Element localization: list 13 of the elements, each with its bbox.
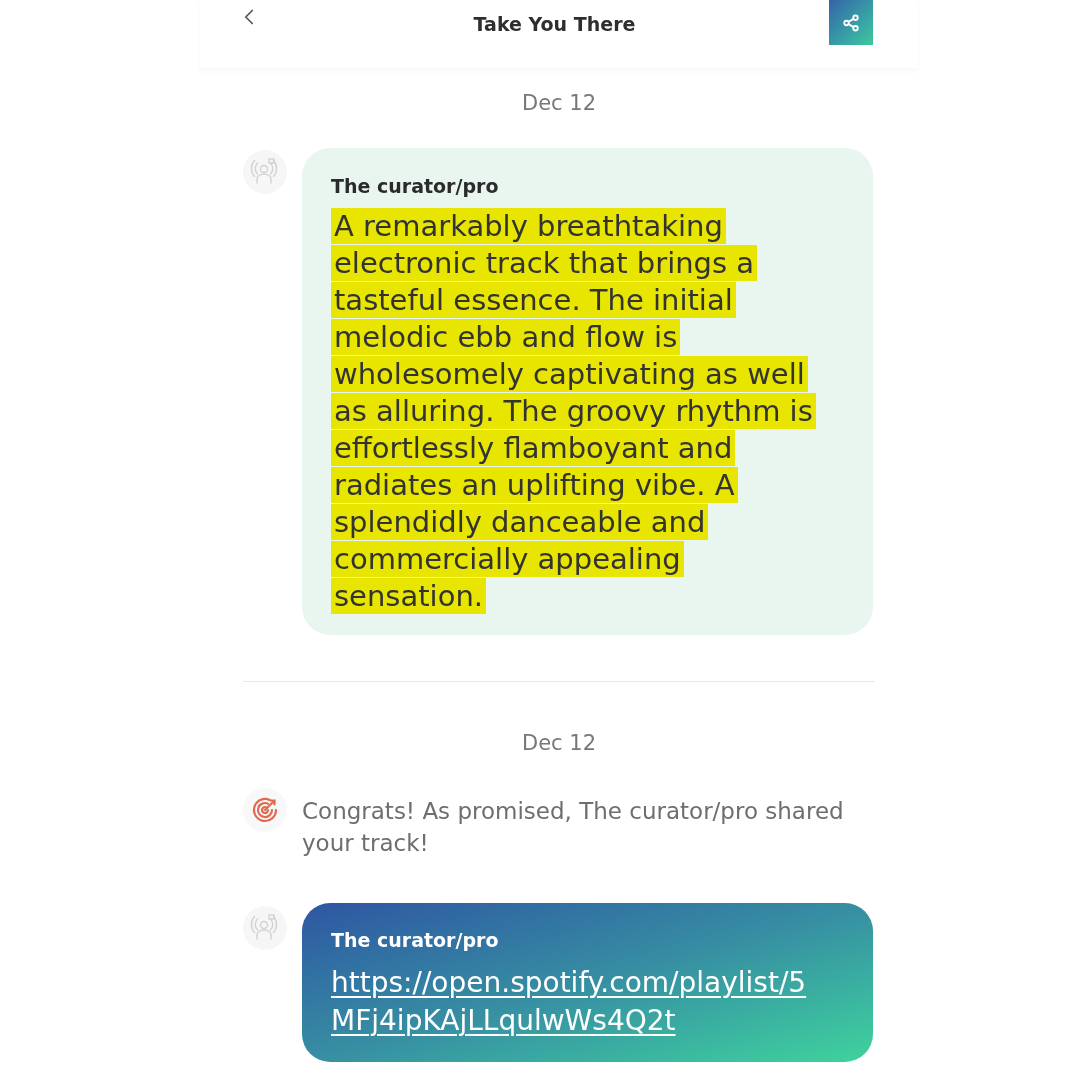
- target-icon: [243, 788, 287, 832]
- avatar-icon: [243, 150, 287, 194]
- avatar-icon: [243, 906, 287, 950]
- notice-text: Congrats! As promised, The curator/pro shared your track!: [302, 797, 845, 858]
- sender-name: The curator/pro: [331, 174, 500, 198]
- date-label: Dec 12: [521, 730, 596, 757]
- message-text: A remarkably breathtaking electronic track that brings a tasteful essence. The initial melodic ebb and flow is wholesomely captivating as well as alluring. The groovy rhythm is effortlessly flamboyant and radiates an uplifting vibe. A splendidly danceable and commercially appealing sensation.: [331, 208, 853, 615]
- page-title: Take You There: [473, 12, 636, 37]
- share-button[interactable]: [829, 0, 873, 45]
- date-label: Dec 12: [521, 90, 596, 117]
- share-icon: [842, 13, 860, 32]
- playlist-link[interactable]: https://open.spotify.com/playlist/5MFj4ipKAjLLqulwWs4Q2t: [331, 964, 823, 1040]
- sender-name: The curator/pro: [331, 928, 500, 952]
